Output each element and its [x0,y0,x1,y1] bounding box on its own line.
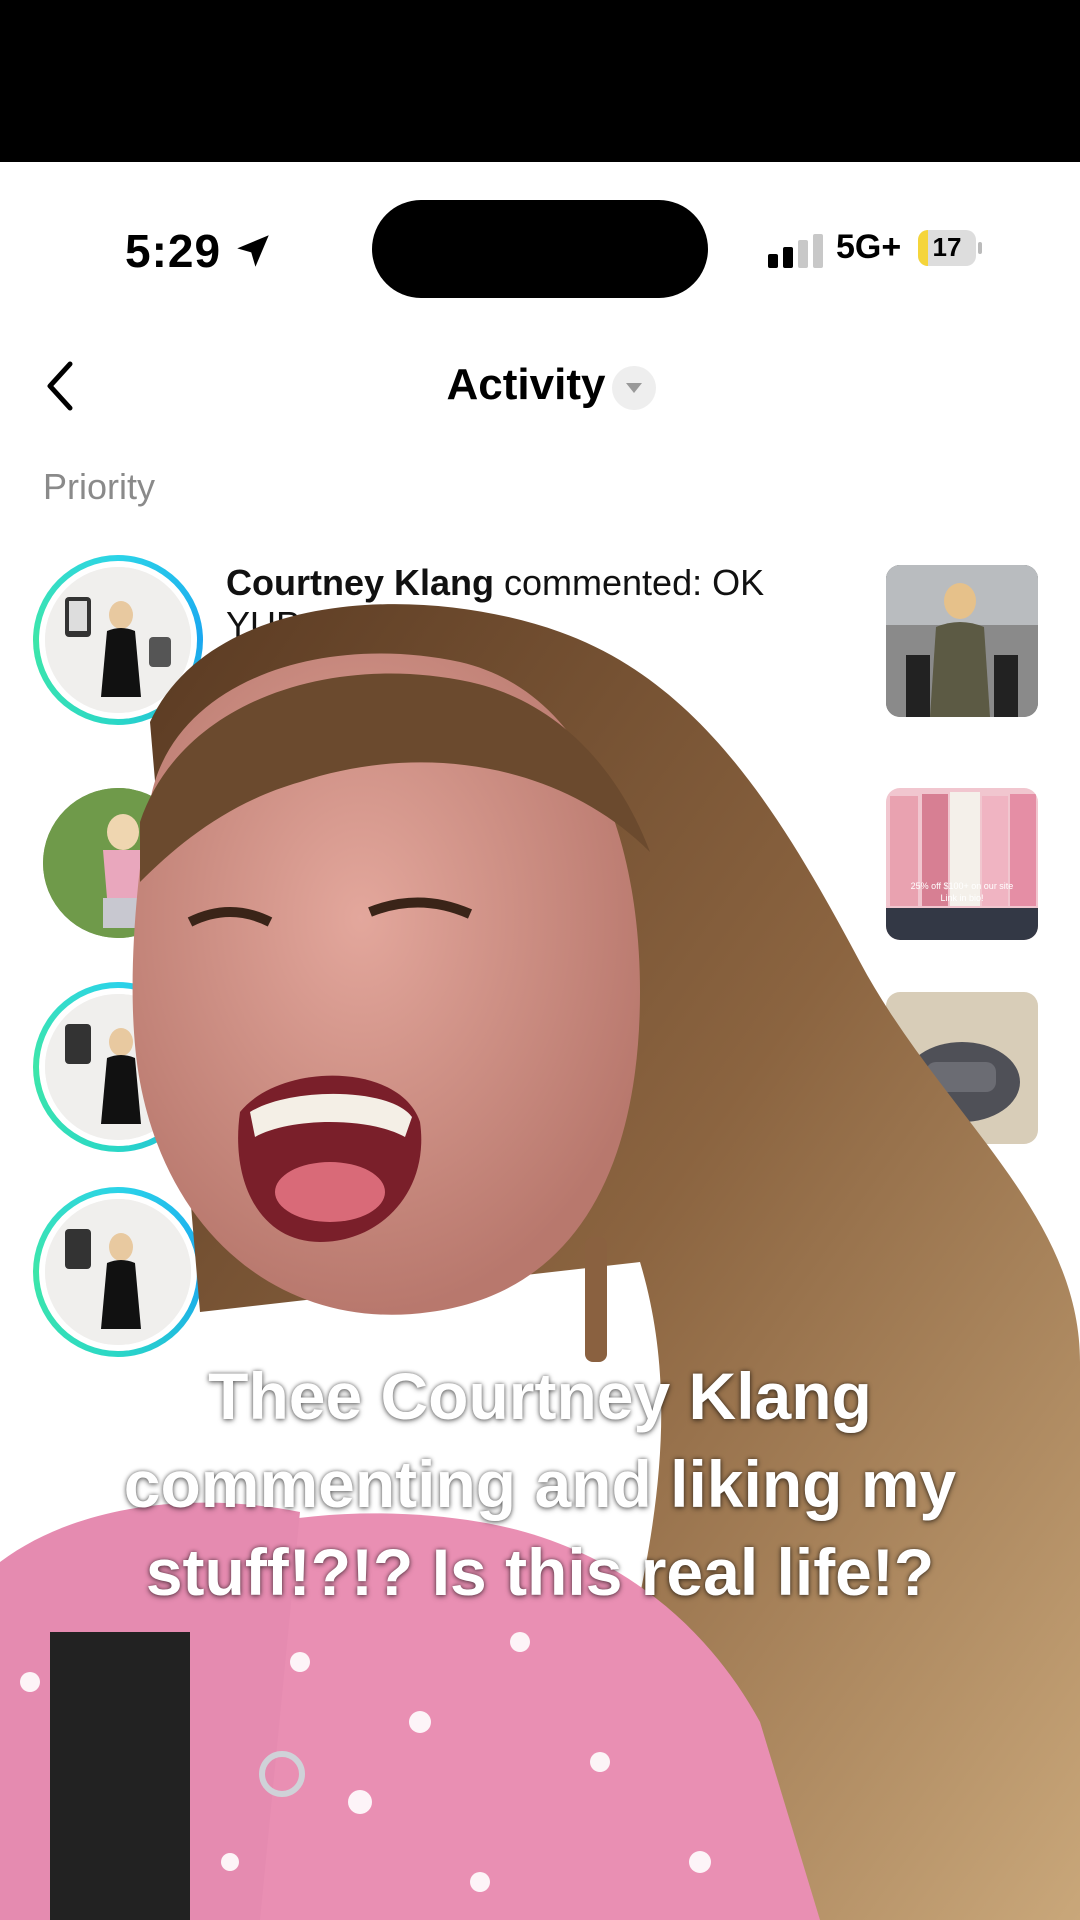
location-arrow-icon [237,235,269,267]
like-button[interactable] [748,978,844,1074]
status-bar: 5:29 5G+ 17 [0,162,1080,342]
avatar-photo [45,567,191,713]
avatar[interactable] [43,788,193,938]
avatar[interactable] [33,1187,203,1357]
chevron-down-icon[interactable] [612,366,656,410]
thumbnail-photo [886,565,1038,717]
network-type: 5G+ [836,228,902,266]
avatar-photo [45,994,191,1140]
thumbnail-promo-text: 25% off $100+ on our site [911,881,1014,891]
page-title[interactable]: Activity [0,360,1080,410]
avatar[interactable] [33,555,203,725]
post-thumbnail[interactable] [886,565,1038,717]
post-thumbnail[interactable]: 25% off $100+ on our site Link in bio! [886,788,1038,940]
top-black-bar [0,0,1080,162]
section-label-priority: Priority [43,466,156,507]
thumbnail-photo [886,992,1038,1144]
post-thumbnail[interactable] [886,992,1038,1144]
status-time: 5:29 [125,225,222,277]
avatar-photo [43,788,193,938]
signal-icon [768,234,823,268]
activity-screen: 5:29 5G+ 17 Activity Priority Courtney K… [0,162,1080,1920]
dynamic-island [372,200,708,298]
battery-indicator: 17 [918,230,984,266]
thumbnail-link-text: Link in bio! [940,893,983,903]
heart-icon [766,998,826,1052]
video-caption: Thee Courtney Klang commenting and likin… [123,1359,957,1609]
avatar-photo [45,1199,191,1345]
thumbnail-photo: 25% off $100+ on our site Link in bio! [886,788,1038,940]
avatar[interactable] [33,982,203,1152]
activity-row-text[interactable]: Courtney Klang commented: OK YUP [226,562,826,646]
row-username[interactable]: Courtney Klang [226,562,494,603]
battery-level: 17 [932,232,962,262]
